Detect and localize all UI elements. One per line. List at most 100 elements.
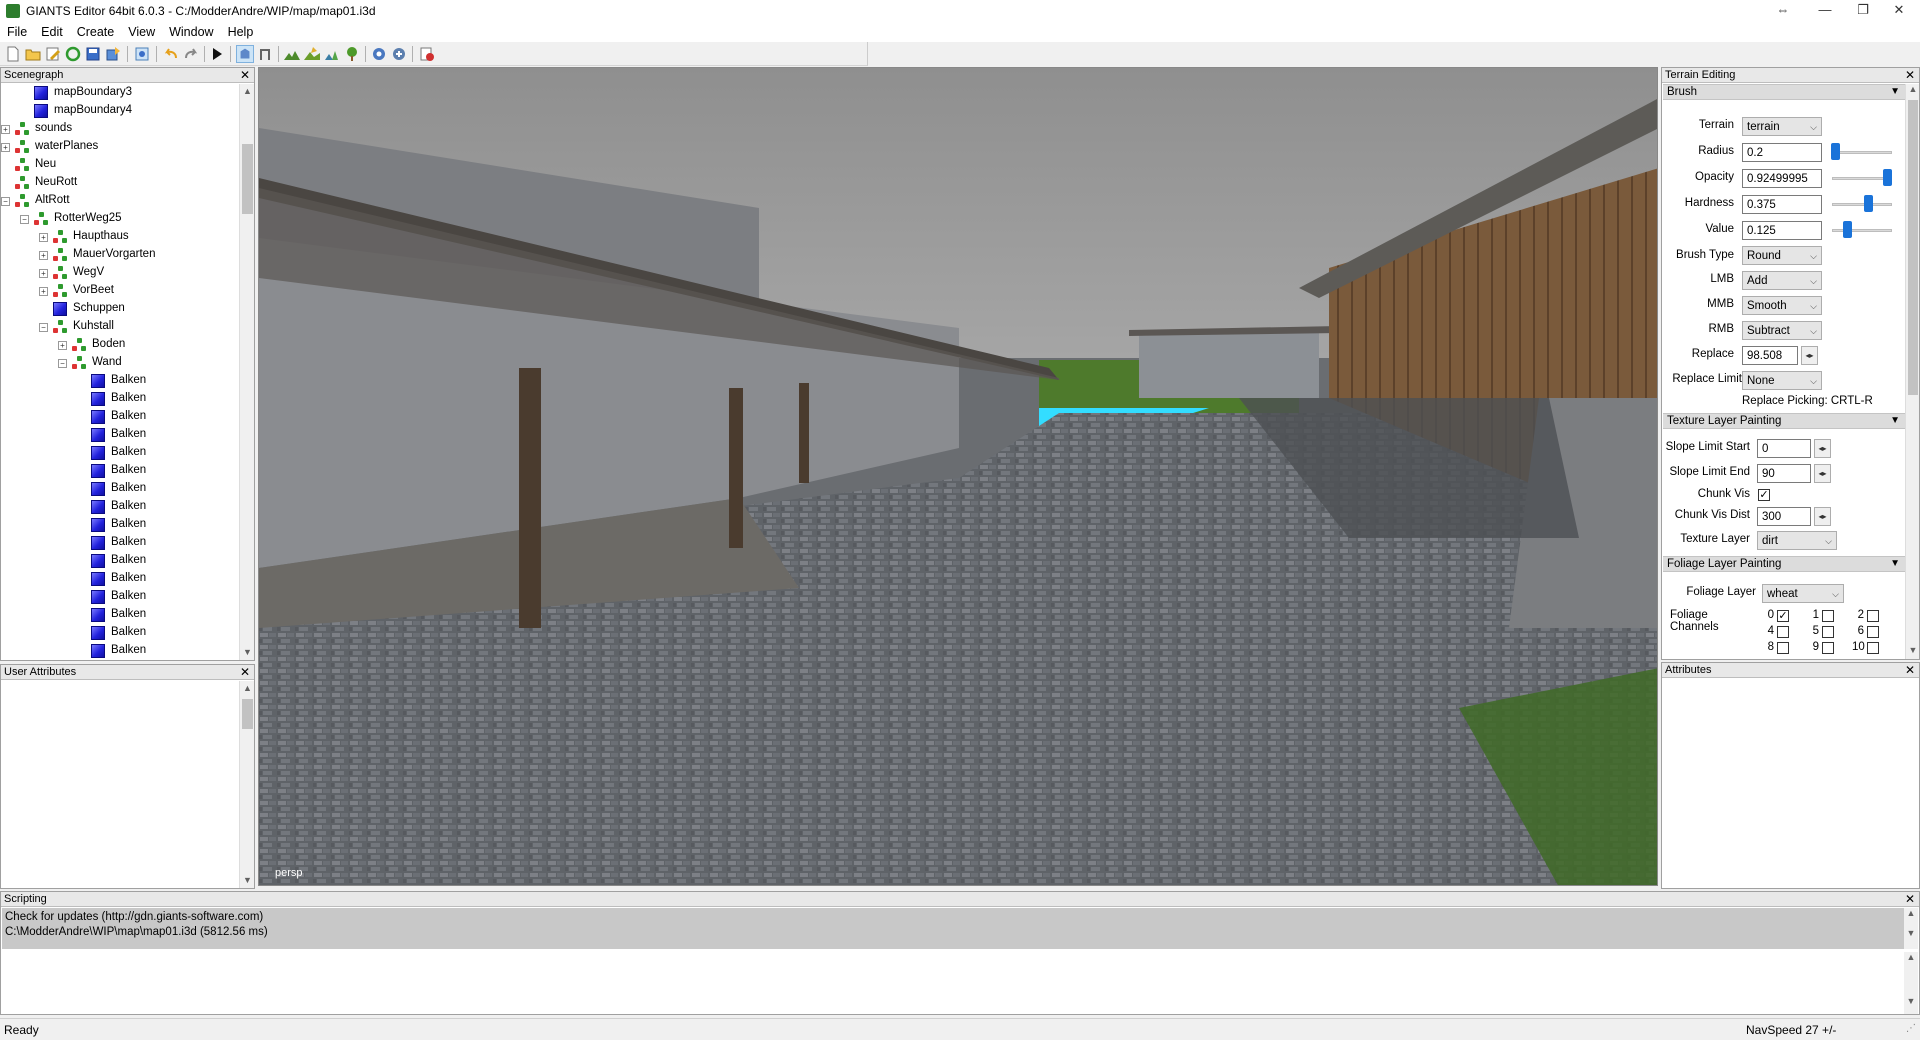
scroll-down-icon[interactable]: ▼ [240,873,255,888]
tree-node[interactable]: Balken [1,588,239,606]
collapse-arrow-icon[interactable]: ▼ [1890,557,1900,571]
scroll-thumb[interactable] [242,144,253,214]
menu-file[interactable]: File [0,22,34,39]
collapse-arrow-icon[interactable]: ▼ [1890,85,1900,99]
channel-checkbox[interactable] [1822,626,1834,638]
tree-node[interactable]: Balken [1,516,239,534]
slope-end-input[interactable]: 90 [1757,464,1811,483]
scenegraph-tree[interactable]: mapBoundary3 mapBoundary4 + sounds + waterPla… [1,84,239,660]
close-icon[interactable]: ✕ [240,68,250,82]
tree-node[interactable]: NeuRott [1,174,239,192]
3d-viewport[interactable]: persp [258,67,1658,886]
chunk-vis-checkbox[interactable]: ✓ [1758,489,1770,501]
menu-help[interactable]: Help [221,22,261,39]
collapse-icon[interactable]: − [58,359,67,368]
hardness-slider[interactable] [1832,203,1892,206]
tree-node[interactable]: Balken [1,426,239,444]
expand-icon[interactable]: + [39,269,48,278]
expand-icon[interactable]: + [1,125,10,134]
tree-node[interactable]: + Haupthaus [1,228,239,246]
expand-icon[interactable]: + [1,143,10,152]
channel-checkbox[interactable] [1867,642,1879,654]
terrain-select[interactable]: terrain ⌵ [1742,117,1822,136]
script-log[interactable]: Check for updates (http://gdn.giants-sof… [2,908,1904,949]
replace-limit-select[interactable]: None ⌵ [1742,371,1822,390]
move-icon[interactable] [256,45,274,63]
texture-section-header[interactable]: Texture Layer Painting ▼ [1663,413,1906,429]
tree-node[interactable]: + WegV [1,264,239,282]
terrain-editing-scrollbar[interactable]: ▲ ▼ [1905,84,1919,659]
tree-node[interactable]: Balken [1,444,239,462]
tree-node[interactable]: Balken [1,642,239,660]
tree-node[interactable]: − Wand [1,354,239,372]
channel-checkbox[interactable] [1777,642,1789,654]
value-slider[interactable] [1832,229,1892,232]
opacity-slider-handle[interactable] [1883,169,1893,186]
collapse-icon[interactable]: − [20,215,29,224]
tree-node[interactable]: Balken [1,570,239,588]
opacity-input[interactable]: 0.92499995 [1742,169,1822,188]
redo-icon[interactable] [182,45,200,63]
tree-node[interactable]: + waterPlanes [1,138,239,156]
tree-node[interactable]: Balken [1,408,239,426]
close-window-button[interactable]: ✕ [1876,0,1920,22]
channel-checkbox[interactable] [1777,626,1789,638]
collapse-arrow-icon[interactable]: ▼ [1890,414,1900,428]
texture-layer-select[interactable]: dirt ⌵ [1757,531,1837,550]
menu-view[interactable]: View [121,22,162,39]
mmb-select[interactable]: Smooth ⌵ [1742,296,1822,315]
properties-icon[interactable] [133,45,151,63]
scroll-up-icon[interactable]: ▲ [1906,84,1920,98]
menu-edit[interactable]: Edit [34,22,70,39]
tree-node[interactable]: + MauerVorgarten [1,246,239,264]
new-file-icon[interactable] [4,45,22,63]
scroll-down-icon[interactable]: ▼ [1904,996,1918,1006]
settings-gear-icon[interactable] [370,45,388,63]
close-icon[interactable]: ✕ [1905,892,1915,906]
menu-window[interactable]: Window [162,22,220,39]
tree-node[interactable]: − AltRott [1,192,239,210]
tree-node[interactable]: Balken [1,390,239,408]
menu-create[interactable]: Create [70,22,122,39]
log-scrollbar[interactable]: ▲ ▼ [1904,908,1918,949]
hardness-input[interactable]: 0.375 [1742,195,1822,214]
restore-layout-button[interactable]: ⇔ [1760,0,1806,22]
tree-node[interactable]: Balken [1,372,239,390]
channel-checkbox[interactable] [1822,610,1834,622]
select-icon[interactable] [236,45,254,63]
record-icon[interactable] [418,45,436,63]
tree-node[interactable]: Balken [1,462,239,480]
expand-icon[interactable]: + [39,251,48,260]
scroll-up-icon[interactable]: ▲ [1904,908,1918,918]
tree-node[interactable]: Balken [1,534,239,552]
foliage-paint-icon[interactable] [323,45,341,63]
tree-node[interactable]: + Boden [1,336,239,354]
tree-node[interactable]: − RotterWeg25 [1,210,239,228]
replace-input[interactable]: 98.508 [1742,346,1798,365]
terrain-paint-icon[interactable] [303,45,321,63]
close-icon[interactable]: ✕ [1905,68,1915,82]
scroll-up-icon[interactable]: ▲ [240,84,255,99]
export-icon[interactable] [104,45,122,63]
tree-node[interactable]: Balken [1,552,239,570]
foliage-layer-select[interactable]: wheat ⌵ [1762,584,1844,603]
scroll-down-icon[interactable]: ▼ [1906,645,1920,659]
undo-icon[interactable] [162,45,180,63]
slope-start-spinner[interactable]: ◂▸ [1814,439,1831,458]
chunk-vis-dist-input[interactable]: 300 [1757,507,1811,526]
collapse-icon[interactable]: − [39,323,48,332]
brush-type-select[interactable]: Round ⌵ [1742,246,1822,265]
tree-node[interactable]: Balken [1,624,239,642]
tree-node[interactable]: Neu [1,156,239,174]
refresh-icon[interactable] [64,45,82,63]
scroll-thumb[interactable] [242,699,253,729]
channel-checkbox[interactable] [1822,642,1834,654]
expand-icon[interactable]: + [39,287,48,296]
tree-icon[interactable] [343,45,361,63]
scroll-down-icon[interactable]: ▼ [1904,928,1918,938]
expand-icon[interactable]: + [39,233,48,242]
play-icon[interactable] [208,45,226,63]
tree-node[interactable]: Balken [1,480,239,498]
tree-node[interactable]: + VorBeet [1,282,239,300]
tree-node[interactable]: mapBoundary4 [1,102,239,120]
